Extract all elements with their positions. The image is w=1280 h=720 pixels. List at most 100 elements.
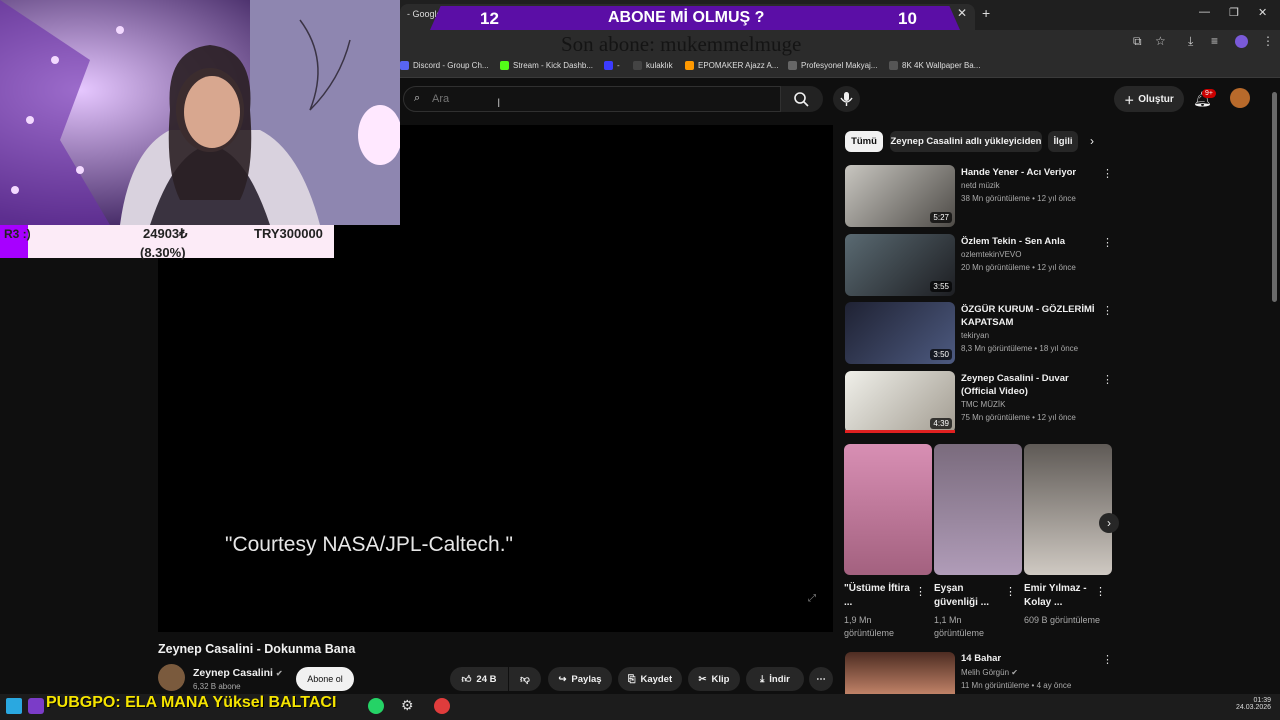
channel-name: ozlemtekinVEVO (961, 250, 1022, 259)
chip-from-uploader[interactable]: Zeynep Casalini adlı yükleyiciden (890, 131, 1042, 152)
thumbs-up-icon: 👍︎ (461, 674, 472, 685)
create-button[interactable]: ＋ Oluştur (1114, 86, 1184, 112)
video-duration: 3:50 (930, 349, 952, 360)
video-meta: 11 Mn görüntüleme • 4 ay önce (961, 681, 1072, 690)
bookmark-favicon-icon (633, 61, 642, 70)
account-avatar[interactable] (1230, 88, 1250, 108)
media-icon[interactable]: ≡ (1211, 34, 1218, 48)
share-button[interactable]: ↪ Paylaş (548, 667, 612, 691)
notification-badge: 9+ (1202, 89, 1216, 98)
mic-icon (840, 92, 853, 106)
download-button[interactable]: ⤓ İndir (746, 667, 804, 691)
channel-name[interactable]: Zeynep Casalini ✔ (193, 667, 283, 679)
dislike-button[interactable]: 👎︎ (509, 667, 541, 691)
chip-related[interactable]: İlgili (1048, 131, 1078, 152)
bookmark-item[interactable]: kulaklık (633, 61, 673, 70)
profile-avatar[interactable] (1235, 35, 1248, 48)
video-title[interactable]: Hande Yener - Acı Veriyor (961, 166, 1101, 179)
bookmark-item[interactable]: Profesyonel Makyaj... (788, 61, 877, 70)
bookmark-star-icon[interactable]: ☆ (1155, 34, 1166, 48)
fullscreen-icon[interactable]: ⤢ (808, 593, 816, 604)
video-title[interactable]: ÖZGÜR KURUM - GÖZLERİMİ KAPATSAM (961, 303, 1101, 329)
clock-time: 01:39 (1253, 697, 1272, 704)
bookmark-item[interactable]: Stream - Kick Dashb... (500, 61, 593, 70)
app-icon[interactable] (28, 698, 44, 714)
download-icon: ⤓ (760, 673, 765, 685)
video-duration: 5:27 (930, 212, 952, 223)
voice-search-button[interactable] (833, 86, 860, 112)
donation-goal-amount: TRY300000 (254, 226, 323, 241)
kebab-icon[interactable]: ⋮ (915, 585, 926, 598)
video-title[interactable]: 14 Bahar (961, 652, 1101, 665)
minimize-icon[interactable]: — (1199, 6, 1210, 18)
kebab-icon[interactable]: ⋮ (1102, 373, 1113, 386)
plus-icon: ＋ (1124, 95, 1135, 107)
short-views: 1,9 Mn görüntüleme (844, 615, 895, 638)
kebab-icon[interactable]: ⋮ (1102, 653, 1113, 666)
cast-icon[interactable]: ⧉ (1133, 34, 1142, 49)
windows-start-icon[interactable] (6, 698, 22, 714)
download-icon[interactable]: ⤓ (1188, 34, 1193, 49)
stream-ticker: PUBGPO: ELA MANA Yüksel BALTACI (46, 694, 337, 711)
kebab-icon[interactable]: ⋮ (1102, 236, 1113, 249)
short-title[interactable]: Emir Yılmaz - Kolay ... (1024, 582, 1094, 610)
channel-name: Melih Görgün ✔ (961, 668, 1018, 677)
like-button[interactable]: 👍︎ 24 B (450, 667, 508, 691)
subscribe-button[interactable]: Abone ol (296, 667, 354, 691)
short-title[interactable]: Eyşan güvenliği ... (934, 582, 1004, 610)
video-thumbnail[interactable]: 4:39 (845, 371, 955, 433)
bookmark-item[interactable]: - (604, 61, 620, 70)
video-title: Zeynep Casalini - Dokunma Bana (158, 642, 356, 656)
bookmark-favicon-icon (889, 61, 898, 70)
shorts-next-button[interactable]: › (1099, 513, 1119, 533)
video-title[interactable]: Özlem Tekin - Sen Anla (961, 235, 1101, 248)
like-count: 24 B (476, 673, 497, 685)
kebab-icon[interactable]: ⋮ (1005, 585, 1016, 598)
short-thumbnail[interactable] (934, 444, 1022, 575)
window-close-icon[interactable]: ✕ (1258, 6, 1267, 19)
text-cursor-icon: I (497, 96, 501, 110)
save-button[interactable]: ⎘ Kaydet (618, 667, 682, 691)
video-thumbnail[interactable] (845, 652, 955, 694)
thumbs-down-icon: 👎︎ (520, 674, 530, 685)
scrollbar[interactable] (1272, 92, 1277, 302)
menu-icon[interactable]: ⋮ (1262, 34, 1274, 48)
short-title[interactable]: "Üstüme İftira ... (844, 582, 914, 610)
bookmark-item[interactable]: EPOMAKER Ajazz A... (685, 61, 778, 70)
video-thumbnail[interactable]: 3:50 (845, 302, 955, 364)
restore-icon[interactable]: ❐ (1229, 6, 1239, 19)
settings-gear-icon[interactable]: ⚙ (401, 697, 414, 714)
bookmark-favicon-icon (788, 61, 797, 70)
app-icon[interactable] (434, 698, 450, 714)
video-duration: 4:39 (930, 418, 952, 429)
search-icon: ⌕ (414, 92, 421, 104)
webcam-overlay (0, 0, 400, 225)
bookmark-item[interactable]: Discord - Group Ch... (400, 61, 489, 70)
bookmark-item[interactable]: 8K 4K Wallpaper Ba... (889, 61, 980, 70)
search-input[interactable] (432, 90, 762, 108)
whatsapp-icon[interactable] (368, 698, 384, 714)
bookmark-label: Profesyonel Makyaj... (801, 61, 878, 70)
last-subscriber: Son abone: mukemmelmuge (561, 32, 802, 56)
clip-button[interactable]: ✂ Klip (688, 667, 740, 691)
video-meta: 8,3 Mn görüntüleme • 18 yıl önce (961, 344, 1079, 353)
chevron-right-icon[interactable]: › (1090, 134, 1094, 148)
close-icon[interactable]: ✕ (957, 6, 967, 20)
channel-avatar[interactable] (158, 664, 185, 691)
short-thumbnail[interactable] (844, 444, 932, 575)
kebab-icon[interactable]: ⋮ (1102, 167, 1113, 180)
chip-all[interactable]: Tümü (845, 131, 883, 152)
bookmark-favicon-icon (685, 61, 694, 70)
kebab-icon[interactable]: ⋮ (1095, 585, 1106, 598)
video-title[interactable]: Zeynep Casalini - Duvar (Official Video) (961, 372, 1101, 398)
search-button[interactable] (781, 86, 823, 112)
channel-name: tekiryan (961, 331, 990, 340)
new-tab-icon[interactable]: + (982, 5, 990, 21)
video-thumbnail[interactable]: 3:55 (845, 234, 955, 296)
video-thumbnail[interactable]: 5:27 (845, 165, 955, 227)
short-thumbnail[interactable] (1024, 444, 1112, 575)
verified-icon: ✔ (1011, 668, 1018, 677)
kebab-icon[interactable]: ⋮ (1102, 304, 1113, 317)
more-actions-button[interactable]: ⋯ (809, 667, 833, 691)
share-icon: ↪ (558, 673, 567, 685)
